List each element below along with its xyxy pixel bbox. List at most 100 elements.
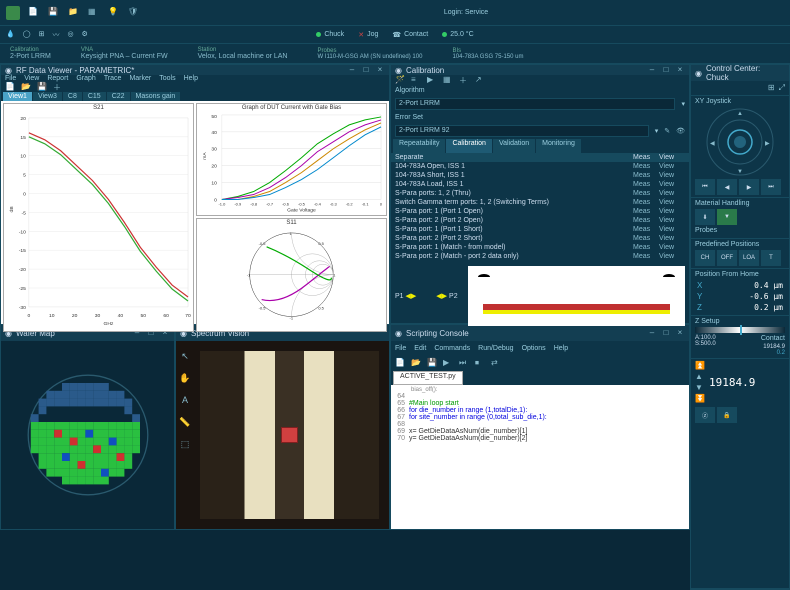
toggle-icon[interactable]: ⇄ <box>491 358 501 368</box>
menu-report[interactable]: Report <box>47 75 68 82</box>
export-icon[interactable]: ↗ <box>475 75 485 85</box>
tab-c8[interactable]: C8 <box>63 92 82 101</box>
tab-c22[interactable]: C22 <box>107 92 130 101</box>
max-button[interactable]: □ <box>661 65 671 75</box>
menu-help[interactable]: Help <box>554 345 568 352</box>
code-editor[interactable]: bias_off(): 6465#Main loop start66for di… <box>391 385 689 529</box>
predef-off-button[interactable]: OFF <box>717 250 737 266</box>
menu-file[interactable]: File <box>395 345 406 352</box>
menu-graph[interactable]: Graph <box>76 75 95 82</box>
menu-trace[interactable]: Trace <box>104 75 122 82</box>
wafer-map-canvas[interactable] <box>1 341 174 529</box>
bulb-icon[interactable]: 💡 <box>108 7 120 19</box>
menu-run-debug[interactable]: Run/Debug <box>478 345 513 352</box>
wizard-icon[interactable]: 🪄 <box>395 75 405 85</box>
z-down-icon[interactable]: ▼ <box>695 383 705 392</box>
tab-masons-gain[interactable]: Masons gain <box>131 92 181 101</box>
expand-icon[interactable]: ⤢ <box>779 83 785 93</box>
crop-icon[interactable]: ⬚ <box>178 439 192 453</box>
load-button[interactable]: ⬇ <box>695 209 715 225</box>
shield-icon[interactable]: 🛡 <box>128 7 140 19</box>
cal-standard-item[interactable]: Switch Gamma term ports: 1, 2 (Switching… <box>391 198 689 207</box>
script-tab[interactable]: ACTIVE_TEST.py <box>393 371 463 385</box>
cal-standard-item[interactable]: S-Para port: 1 (Port 1 Open)MeasView <box>391 207 689 216</box>
cal-standard-item[interactable]: 104-783A Load, ISS 1MeasView <box>391 180 689 189</box>
drop-icon[interactable]: 💧 <box>6 30 15 40</box>
folder-icon[interactable]: 📁 <box>68 7 80 19</box>
wave-icon[interactable]: 〰 <box>52 30 59 40</box>
step-back-button[interactable]: ◀ <box>717 179 737 195</box>
eye-icon[interactable]: 👁 <box>676 127 685 135</box>
z-up-fast-icon[interactable]: ⏫ <box>695 361 705 370</box>
tab-view3[interactable]: View3 <box>33 92 62 101</box>
chevron-down-icon[interactable]: ▾ <box>681 100 685 108</box>
maximize-button[interactable]: □ <box>361 65 371 75</box>
layers-icon[interactable]: ▦ <box>88 7 100 19</box>
play-icon[interactable]: ▶ <box>427 75 437 85</box>
menu-marker[interactable]: Marker <box>129 75 151 82</box>
file-icon[interactable]: 📄 <box>28 7 40 19</box>
ruler-icon[interactable]: 📏 <box>178 417 192 431</box>
cal-standard-item[interactable]: S-Para port: 1 (Match - from model)MeasV… <box>391 243 689 252</box>
subtab-monitoring[interactable]: Monitoring <box>536 139 581 153</box>
close-button[interactable]: × <box>375 65 385 75</box>
close-button[interactable]: × <box>675 328 685 338</box>
min-button[interactable]: – <box>647 65 657 75</box>
menu-file[interactable]: File <box>5 75 16 82</box>
cal-standard-item[interactable]: S-Para port: 1 (Port 1 Short)MeasView <box>391 225 689 234</box>
circle-icon[interactable]: ◯ <box>23 30 31 40</box>
predef-loa-button[interactable]: LOA <box>739 250 759 266</box>
cal-standard-item[interactable]: S-Para port: 2 (Match - port 2 data only… <box>391 252 689 261</box>
minimize-button[interactable]: – <box>347 65 357 75</box>
spectrum-canvas[interactable]: ↖ ✋ A 📏 ⬚ <box>176 341 389 529</box>
algo-select[interactable]: 2-Port LRRM <box>395 98 675 110</box>
grid-icon[interactable]: ⊞ <box>39 30 45 40</box>
edit-icon[interactable]: ✎ <box>664 127 670 135</box>
step-fwd-button[interactable]: ▶ <box>739 179 759 195</box>
step-next-button[interactable]: ⏭ <box>761 179 781 195</box>
subtab-validation[interactable]: Validation <box>493 139 535 153</box>
plus-icon[interactable]: ＋ <box>53 82 63 92</box>
run-icon[interactable]: ▶ <box>443 358 453 368</box>
save-icon[interactable]: 💾 <box>48 7 60 19</box>
menu-options[interactable]: Options <box>522 345 546 352</box>
subtab-calibration[interactable]: Calibration <box>446 139 491 153</box>
subtab-repeatability[interactable]: Repeatability <box>393 139 445 153</box>
cal-standard-item[interactable]: 104-783A Short, ISS 1MeasView <box>391 171 689 180</box>
chevron-down-icon[interactable]: ▾ <box>655 127 659 135</box>
step-prev-button[interactable]: ⏮ <box>695 179 715 195</box>
unload-button[interactable]: ▼ <box>717 209 737 225</box>
z-lock-button[interactable]: 🔒 <box>717 407 737 423</box>
new-icon[interactable]: 📄 <box>5 82 15 92</box>
open-icon[interactable]: 📂 <box>21 82 31 92</box>
text-icon[interactable]: A <box>178 395 192 409</box>
menu-edit[interactable]: Edit <box>414 345 426 352</box>
save-icon[interactable]: 💾 <box>427 358 437 368</box>
cal-standard-item[interactable]: 104-783A Open, ISS 1MeasView <box>391 162 689 171</box>
close-button[interactable]: × <box>675 65 685 75</box>
tab-c15[interactable]: C15 <box>83 92 106 101</box>
min-button[interactable]: – <box>647 328 657 338</box>
menu-help[interactable]: Help <box>184 75 198 82</box>
plus-icon[interactable]: ＋ <box>459 75 469 85</box>
cal-standard-item[interactable]: S-Para port: 2 (Port 2 Open)MeasView <box>391 216 689 225</box>
tab-view1[interactable]: View1 <box>3 92 32 101</box>
errset-select[interactable]: 2-Port LRRM 92 <box>395 125 649 137</box>
dock-icon[interactable]: ⊞ <box>768 83 775 93</box>
z-up-icon[interactable]: ▲ <box>695 372 705 381</box>
cal-standard-item[interactable]: S-Para ports: 1, 2 (Thru)MeasView <box>391 189 689 198</box>
menu-view[interactable]: View <box>24 75 39 82</box>
hand-icon[interactable]: ✋ <box>178 373 192 387</box>
z-mode-button[interactable]: Ⓩ <box>695 407 715 423</box>
stop-icon[interactable]: ⏹ <box>475 358 485 368</box>
menu-tools[interactable]: Tools <box>159 75 175 82</box>
save-icon[interactable]: 💾 <box>37 82 47 92</box>
list-icon[interactable]: ≡ <box>411 75 421 85</box>
z-down-fast-icon[interactable]: ⏬ <box>695 394 705 403</box>
menu-commands[interactable]: Commands <box>434 345 470 352</box>
predef-t-button[interactable]: T <box>761 250 781 266</box>
xy-joystick[interactable]: ▲ ▼ ◀ ▶ <box>705 107 775 177</box>
table-icon[interactable]: ▦ <box>443 75 453 85</box>
target-icon[interactable]: ◎ <box>67 30 73 40</box>
cal-standard-item[interactable]: S-Para port: 2 (Port 2 Short)MeasView <box>391 234 689 243</box>
